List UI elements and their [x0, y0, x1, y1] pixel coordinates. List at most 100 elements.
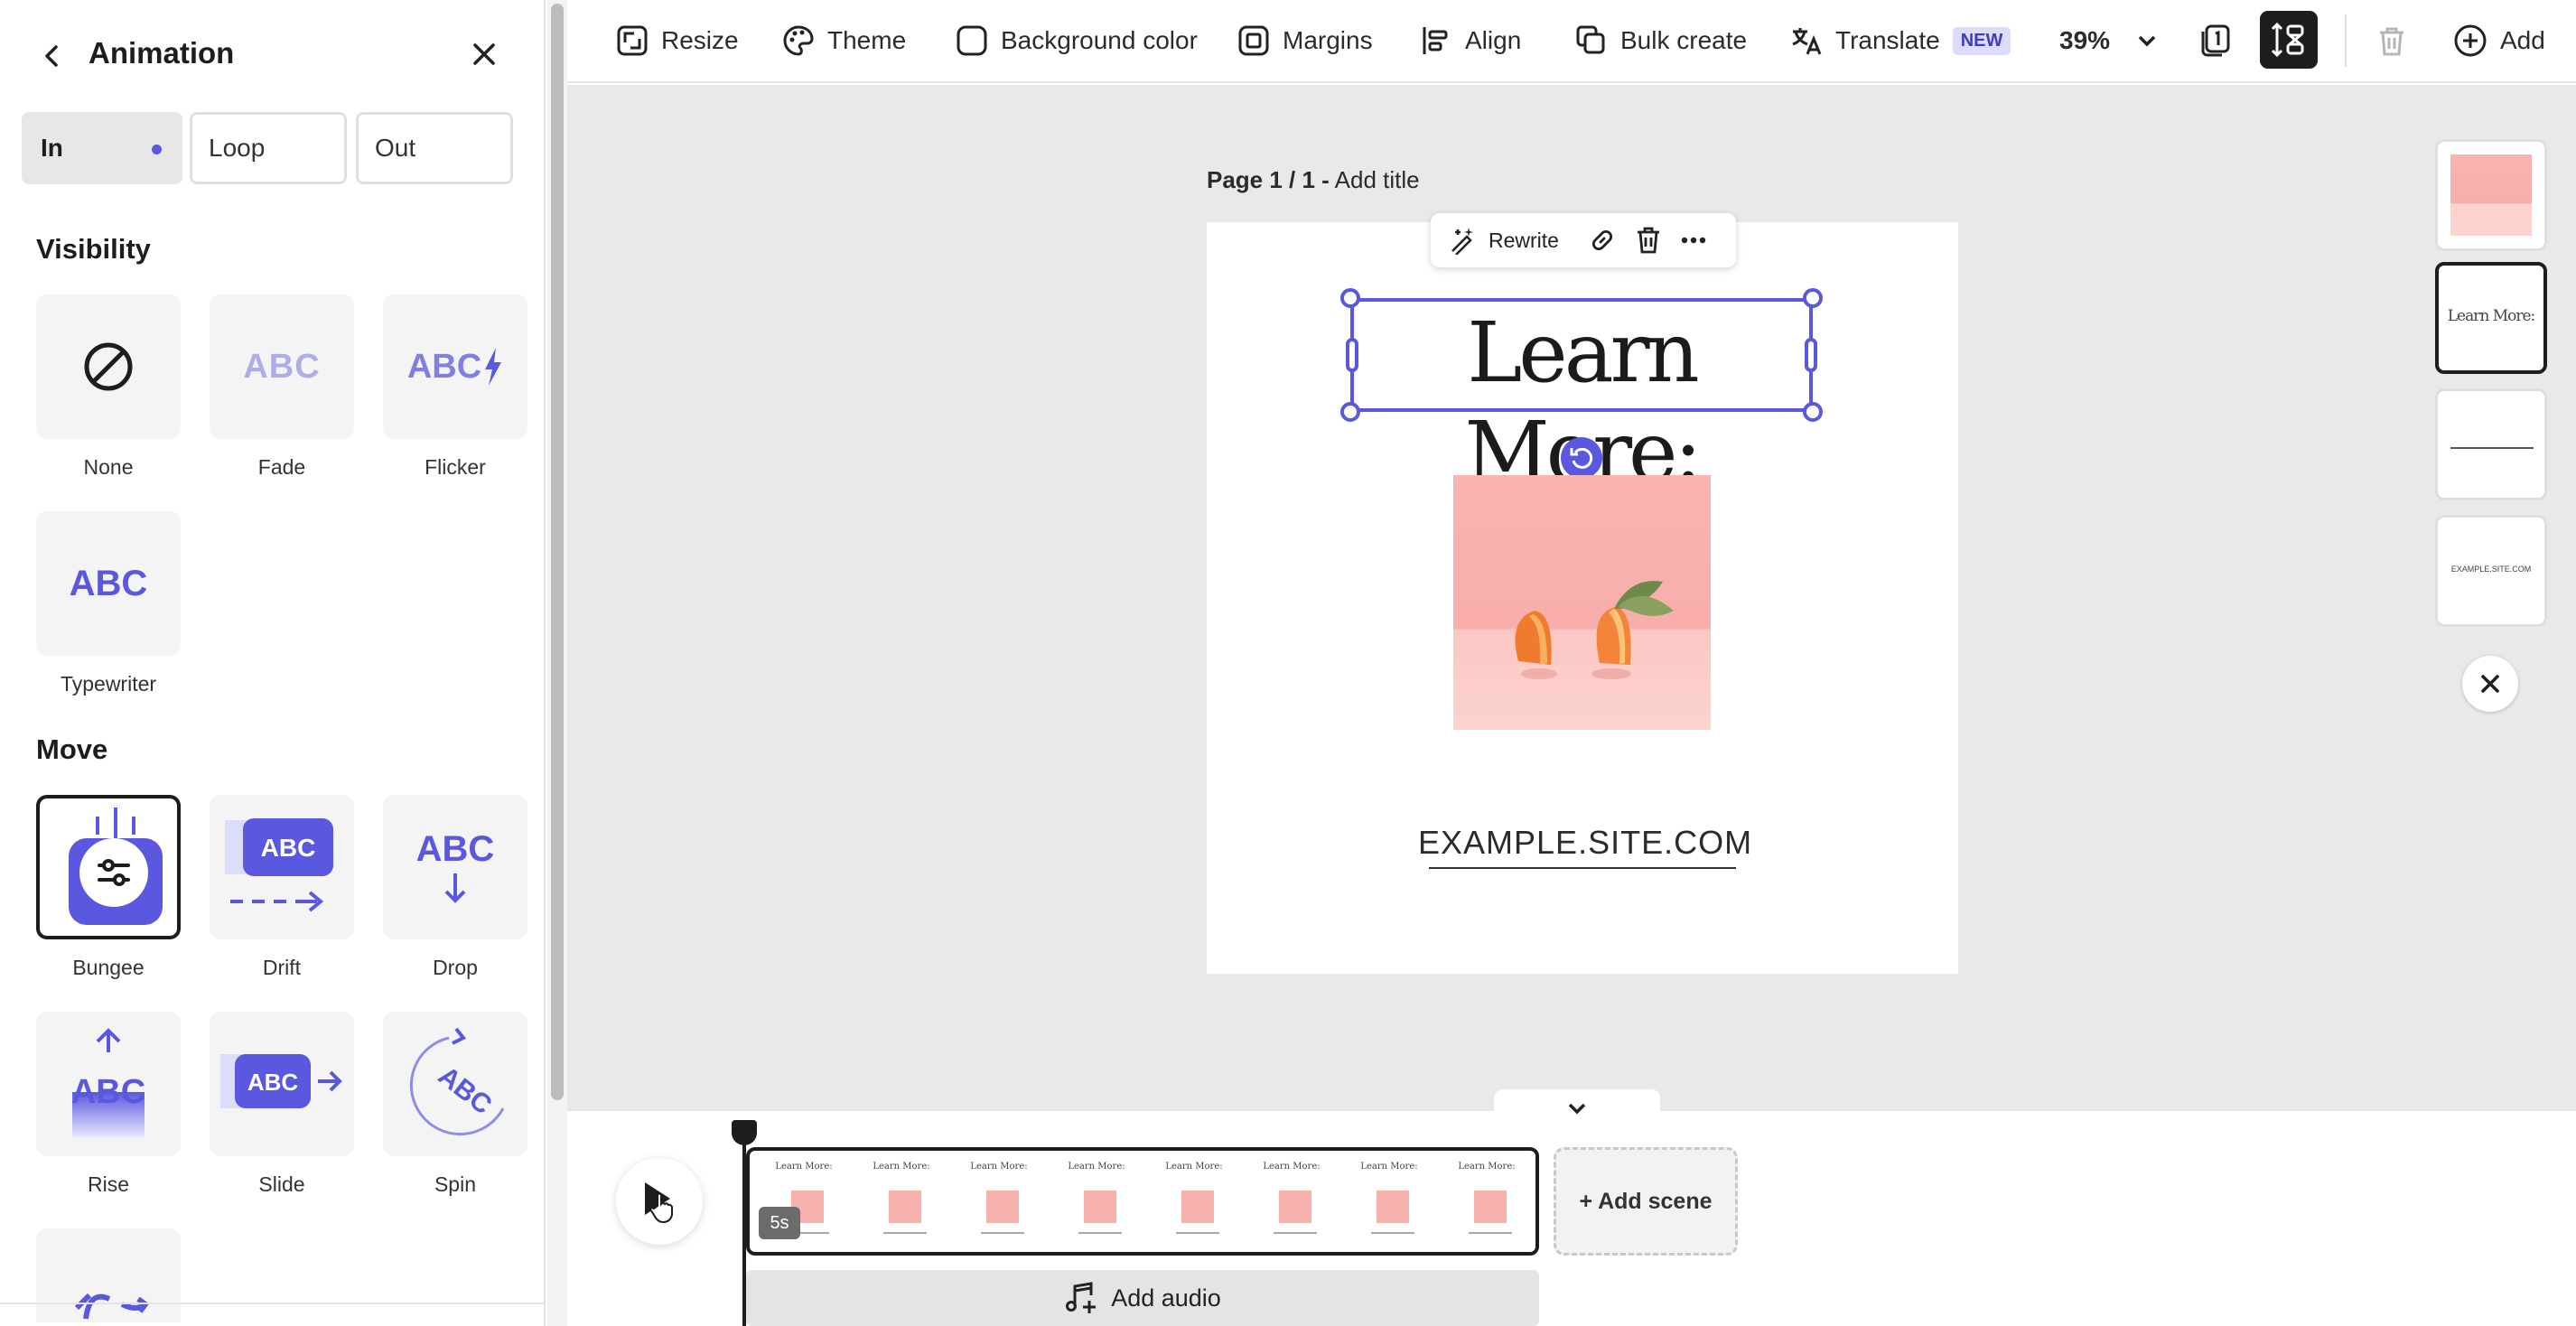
more-icon[interactable]	[1680, 236, 1707, 245]
tab-out[interactable]: Out	[356, 112, 513, 184]
add-scene-button[interactable]: + Add scene	[1554, 1147, 1738, 1256]
bulk-create-icon	[1575, 24, 1608, 57]
scene-frame-title: Learn More:	[1458, 1162, 1516, 1172]
add-label: Add	[2500, 26, 2545, 54]
animation-drift[interactable]: ABC	[210, 795, 354, 939]
add-button[interactable]: Add	[2453, 0, 2545, 81]
animation-drop[interactable]: ABC	[383, 795, 527, 939]
resize-handle-top-left[interactable]	[1340, 288, 1360, 308]
close-icon[interactable]	[466, 36, 502, 72]
palette-icon	[782, 24, 815, 57]
resize-handle-left[interactable]	[1346, 338, 1358, 372]
selection-box[interactable]	[1340, 288, 1823, 422]
thumbnail-url[interactable]: EXAMPLE.SITE.COM	[2435, 515, 2547, 627]
bulk-create-button[interactable]: Bulk create	[1575, 0, 1747, 81]
animation-fade[interactable]: ABC	[210, 294, 354, 439]
flicker-icon-text: ABC	[406, 347, 482, 386]
panel-scrollbar[interactable]	[547, 0, 567, 1326]
scene-frame-title: Learn More:	[1263, 1162, 1321, 1172]
tab-out-label: Out	[375, 134, 416, 162]
collapse-timeline-button[interactable]	[1494, 1089, 1660, 1129]
close-thumbnails-button[interactable]	[2462, 656, 2518, 712]
delete-button[interactable]	[2375, 0, 2408, 81]
background-color-icon	[956, 24, 988, 57]
scene-frame-title: Learn More:	[1068, 1162, 1125, 1172]
margins-label: Margins	[1283, 26, 1373, 54]
background-color-button[interactable]: Background color	[956, 0, 1198, 81]
scene-strip[interactable]: Learn More: Learn More: Learn More: Learn M…	[746, 1147, 1539, 1256]
background-color-label: Background color	[1001, 26, 1198, 54]
animation-rise[interactable]: ABC	[36, 1012, 181, 1156]
rewrite-button[interactable]: Rewrite	[1449, 226, 1559, 255]
animation-typewriter[interactable]: ABC	[36, 511, 181, 656]
svg-text:ABC: ABC	[247, 1069, 299, 1096]
panel-bottom-divider	[0, 1303, 544, 1304]
animation-flicker[interactable]: ABC	[383, 294, 527, 439]
animation-more[interactable]	[36, 1228, 181, 1322]
thumbnail-headline[interactable]: Learn More:	[2435, 262, 2547, 374]
scene-frame-url	[1176, 1232, 1219, 1234]
translate-button[interactable]: Translate NEW	[1790, 0, 2011, 81]
scene-frame-photo	[1084, 1191, 1116, 1223]
tab-loop[interactable]: Loop	[190, 112, 347, 184]
rotate-icon	[1568, 444, 1595, 472]
play-button[interactable]	[616, 1158, 703, 1245]
page-count-button[interactable]	[2198, 0, 2233, 81]
chevron-down-icon	[1566, 1101, 1588, 1117]
resize-handle-top-right[interactable]	[1803, 288, 1823, 308]
section-visibility-title: Visibility	[36, 233, 151, 265]
drop-icon: ABC	[415, 828, 495, 906]
margins-icon	[1237, 24, 1270, 57]
align-button[interactable]: Align	[1420, 0, 1521, 81]
add-page-title[interactable]: Add title	[1335, 166, 1420, 193]
theme-button[interactable]: Theme	[782, 0, 906, 81]
rotate-handle[interactable]	[1561, 437, 1602, 479]
link-icon[interactable]	[1588, 226, 1617, 255]
thumbnail-headline-text: Learn More:	[2447, 307, 2536, 325]
page-number: Page 1 / 1 -	[1207, 166, 1330, 193]
animation-spin[interactable]: ABC	[383, 1012, 527, 1156]
scene-frame: Learn More:	[1442, 1158, 1532, 1248]
resize-handle-bottom-right[interactable]	[1803, 402, 1823, 422]
bungee-icon	[45, 804, 172, 930]
bulk-create-label: Bulk create	[1620, 26, 1748, 54]
animation-none[interactable]	[36, 294, 181, 439]
scene-frame-url	[883, 1232, 927, 1234]
animation-slide[interactable]: ABC	[210, 1012, 354, 1156]
tab-in-label: In	[41, 134, 63, 162]
scene-frame-title: Learn More:	[873, 1162, 930, 1172]
orange-photo[interactable]	[1453, 475, 1711, 730]
resize-icon	[616, 24, 649, 57]
resize-button[interactable]: Resize	[616, 0, 739, 81]
svg-text:ABC: ABC	[261, 834, 316, 862]
resize-handle-right[interactable]	[1805, 338, 1817, 372]
typewriter-icon: ABC	[69, 563, 148, 603]
thumbnail-url-text: EXAMPLE.SITE.COM	[2450, 565, 2532, 574]
scene-frame: Learn More:	[856, 1158, 947, 1248]
timeline-toggle-button[interactable]	[2260, 11, 2318, 69]
drop-icon-text: ABC	[415, 828, 495, 869]
playhead-handle[interactable]	[732, 1120, 757, 1145]
resize-label: Resize	[661, 26, 739, 54]
animation-fade-label: Fade	[257, 455, 306, 479]
scene-frame: Learn More:	[954, 1158, 1044, 1248]
animation-bungee[interactable]	[36, 795, 181, 939]
zoom-dropdown[interactable]: 39%	[2059, 0, 2159, 81]
magic-wand-icon	[1449, 226, 1478, 255]
margins-button[interactable]: Margins	[1237, 0, 1373, 81]
theme-label: Theme	[827, 26, 907, 54]
drift-icon: ABC	[223, 813, 341, 921]
site-url-text[interactable]: EXAMPLE.SITE.COM	[1418, 824, 1751, 862]
scene-frame: Learn More:	[1246, 1158, 1337, 1248]
music-note-icon	[1064, 1281, 1098, 1315]
back-icon[interactable]	[34, 38, 70, 74]
scene-frame-photo	[889, 1191, 921, 1223]
trash-icon[interactable]	[1635, 226, 1662, 255]
thumbnail-image[interactable]	[2435, 139, 2547, 251]
panel-scrollbar-thumb[interactable]	[551, 4, 564, 1100]
resize-handle-bottom-left[interactable]	[1340, 402, 1360, 422]
thumbnail-line[interactable]	[2435, 388, 2547, 500]
tab-in[interactable]: In	[22, 112, 182, 184]
add-audio-button[interactable]: Add audio	[746, 1270, 1539, 1326]
scene-frame: Learn More:	[1149, 1158, 1239, 1248]
